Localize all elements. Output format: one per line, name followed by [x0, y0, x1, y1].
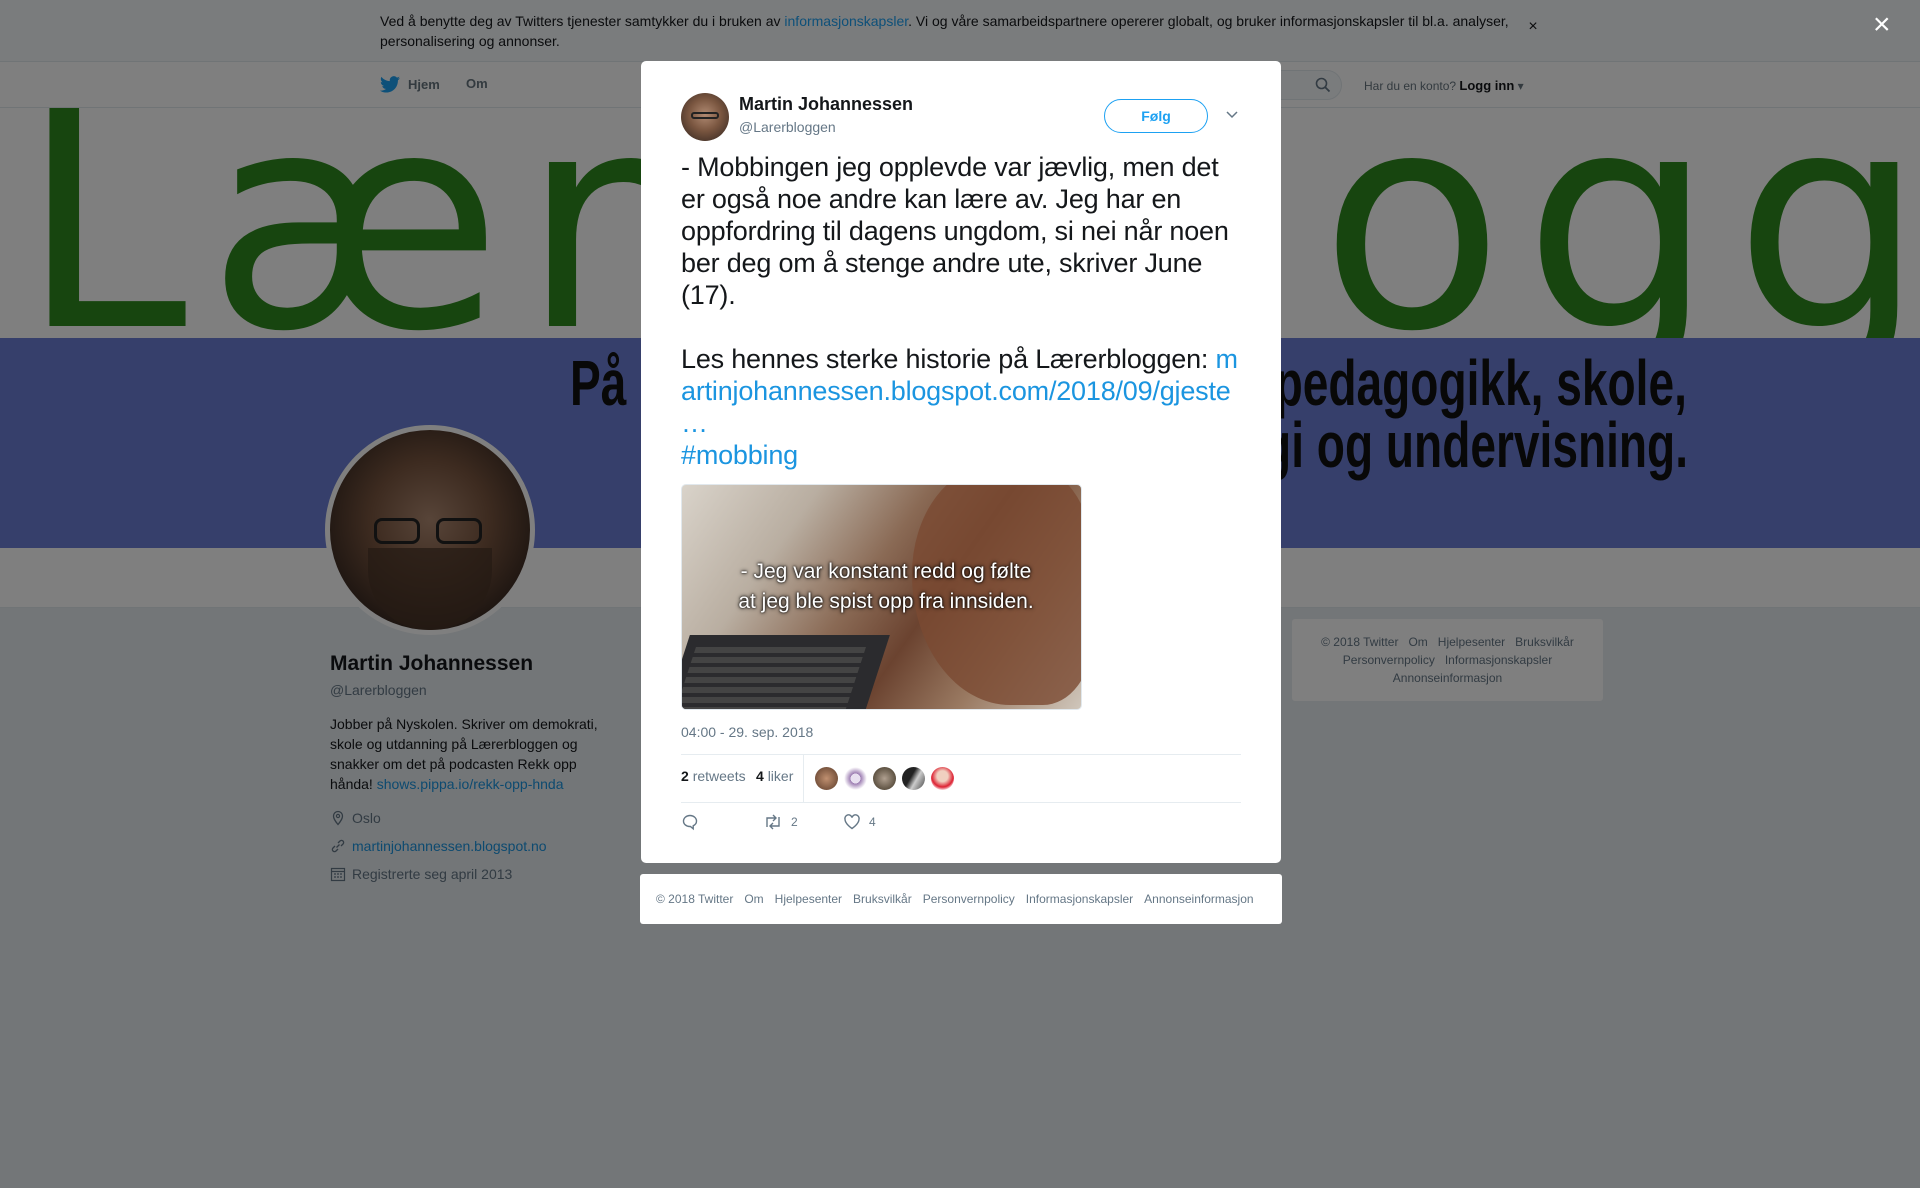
close-icon[interactable]: × — [1873, 10, 1891, 40]
footer-privacy-link[interactable]: Personvernpolicy — [923, 892, 1015, 906]
liker-avatar[interactable] — [931, 767, 954, 790]
retweet-icon — [766, 814, 780, 830]
retweets-label: retweets — [692, 768, 746, 784]
follow-button[interactable]: Følg — [1104, 99, 1208, 133]
like-button[interactable]: 4 — [843, 813, 876, 831]
tweet-stats: 2 retweets 4 liker — [681, 754, 1241, 803]
tweet-actions: 2 4 — [681, 813, 1241, 837]
chevron-down-icon[interactable] — [1225, 107, 1239, 121]
footer-terms-link[interactable]: Bruksvilkår — [853, 892, 912, 906]
liker-avatar[interactable] — [873, 767, 896, 790]
tweet-timestamp[interactable]: 04:00 - 29. sep. 2018 — [681, 724, 813, 740]
liker-avatar[interactable] — [815, 767, 838, 790]
modal-footer: © 2018 Twitter Om Hjelpesenter Bruksvilk… — [640, 874, 1282, 924]
likes-label: liker — [767, 768, 794, 784]
retweets-stat[interactable]: 2 retweets — [681, 768, 746, 784]
footer-help-link[interactable]: Hjelpesenter — [775, 892, 842, 906]
footer-ads-info-link[interactable]: Annonseinformasjon — [1144, 892, 1253, 906]
retweets-count: 2 — [681, 768, 689, 784]
retweet-count: 2 — [791, 815, 798, 829]
likes-count: 4 — [756, 768, 764, 784]
heart-icon — [844, 814, 860, 830]
footer-about-link[interactable]: Om — [744, 892, 763, 906]
reply-button[interactable] — [681, 813, 699, 831]
stats-divider — [803, 755, 804, 802]
tweet-author-name[interactable]: Martin Johannessen — [739, 94, 913, 115]
retweet-button[interactable]: 2 — [763, 813, 798, 831]
reply-icon — [682, 814, 698, 831]
footer-cookies-link[interactable]: Informasjonskapsler — [1026, 892, 1133, 906]
media-laptop — [682, 635, 890, 709]
likers-avatars — [815, 767, 954, 790]
media-caption-line-2: at jeg ble spist opp fra innsiden. — [738, 590, 1034, 613]
like-count: 4 — [869, 815, 876, 829]
tweet-text: - Mobbingen jeg opplevde var jævlig, men… — [681, 151, 1247, 471]
liker-avatar[interactable] — [902, 767, 925, 790]
liker-avatar[interactable] — [844, 767, 867, 790]
tweet-header: Martin Johannessen @Larerbloggen Følg — [681, 93, 1241, 143]
tweet-text-paragraph-2: Les hennes sterke historie på Lærerblogg… — [681, 343, 1247, 471]
tweet-text-paragraph-1: - Mobbingen jeg opplevde var jævlig, men… — [681, 152, 1229, 310]
tweet-modal: Martin Johannessen @Larerbloggen Følg - … — [641, 61, 1281, 863]
likes-stat[interactable]: 4 liker — [756, 768, 793, 784]
tweet-hashtag[interactable]: #mobbing — [681, 440, 798, 470]
footer-copyright: © 2018 Twitter — [656, 892, 734, 906]
tweet-media-image[interactable]: - Jeg var konstant redd og følte at jeg … — [681, 484, 1082, 710]
media-caption: - Jeg var konstant redd og følte at jeg … — [696, 557, 1076, 617]
tweet-author-handle[interactable]: @Larerbloggen — [739, 119, 836, 135]
tweet-author-avatar[interactable] — [681, 93, 729, 141]
media-caption-line-1: - Jeg var konstant redd og følte — [740, 560, 1032, 583]
tweet-text-intro: Les hennes sterke historie på Lærerblogg… — [681, 344, 1209, 374]
